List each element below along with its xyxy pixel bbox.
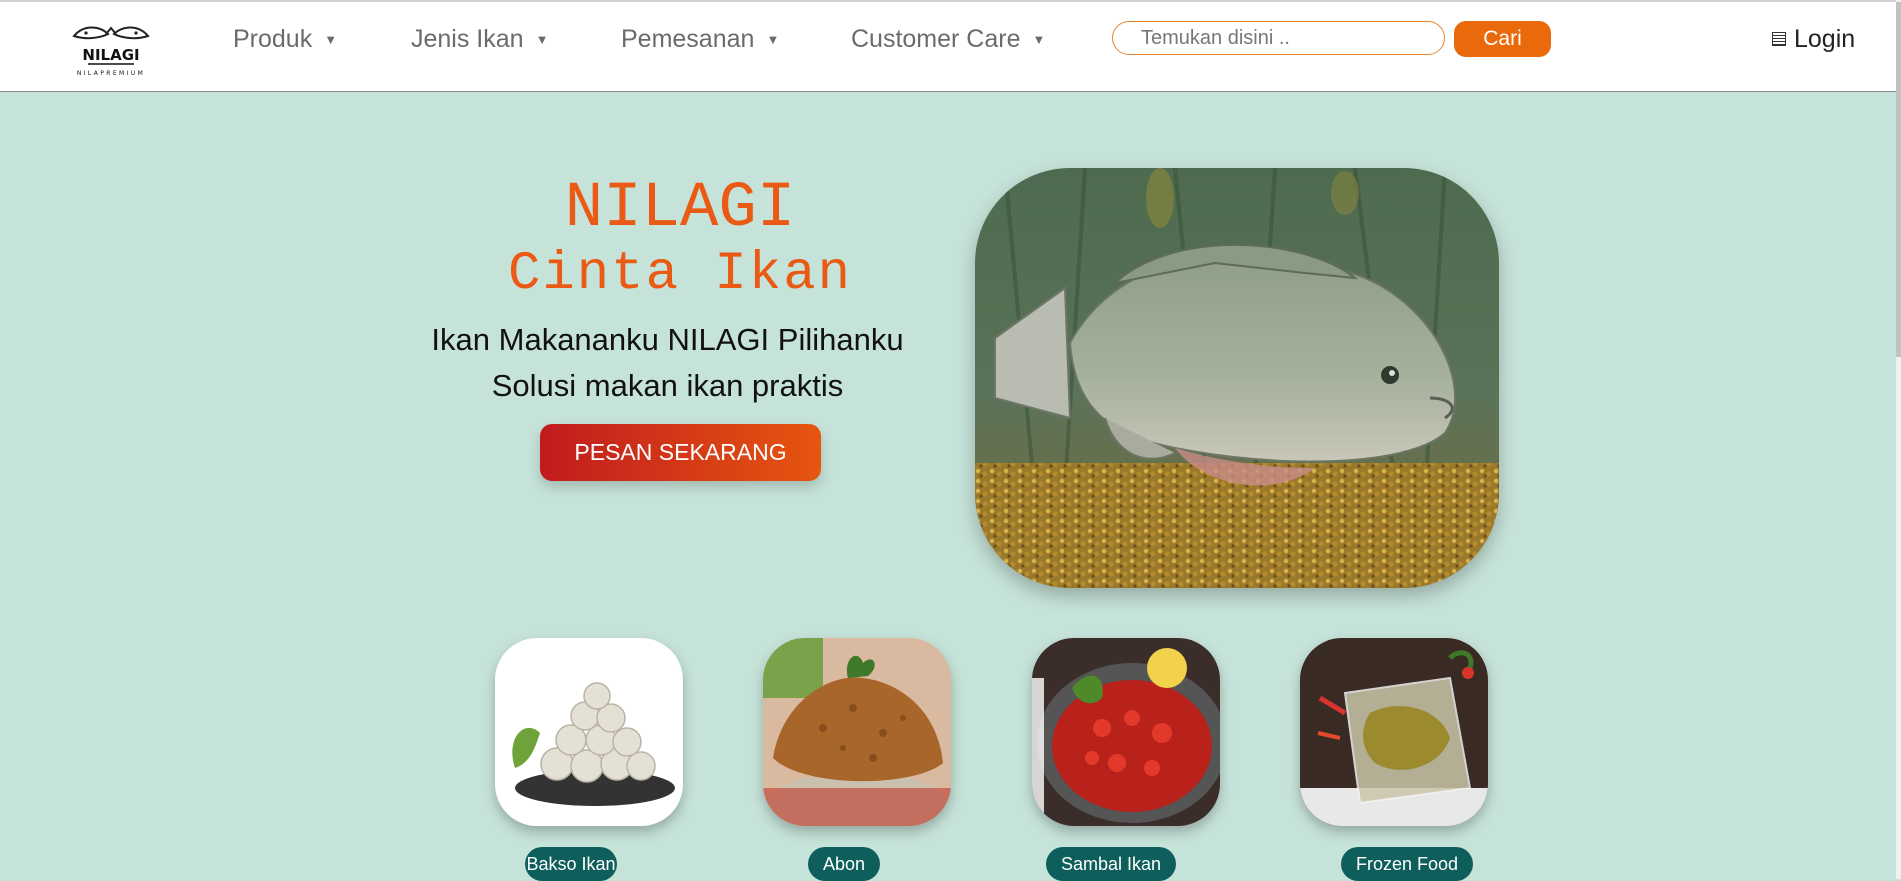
product-label-sambal-ikan[interactable]: Sambal Ikan [1046, 847, 1176, 881]
product-card-bakso-ikan[interactable] [495, 638, 683, 826]
login-label: Login [1794, 25, 1856, 53]
hero-title: NILAGI [564, 173, 796, 245]
login-link[interactable]: Login [1772, 22, 1855, 56]
search-button[interactable]: Cari [1454, 21, 1551, 57]
product-card-sambal-ikan[interactable] [1032, 638, 1220, 826]
product-card-frozen-food[interactable] [1300, 638, 1488, 826]
brand-logo[interactable]: NILAGI NILAPREMIUM [66, 22, 156, 78]
logo-subtext: NILAPREMIUM [77, 70, 145, 77]
product-card-abon[interactable] [763, 638, 951, 826]
list-icon [1772, 32, 1786, 46]
nav-pemesanan-label: Pemesanan [621, 25, 755, 53]
chevron-down-icon: ▼ [535, 32, 549, 47]
order-now-button[interactable]: PESAN SEKARANG [540, 424, 821, 481]
search-input[interactable] [1112, 21, 1445, 55]
chili-sauce-icon [1032, 638, 1220, 826]
nav-pemesanan[interactable]: Pemesanan ▼ [621, 22, 779, 56]
chevron-down-icon: ▼ [766, 32, 780, 47]
nav-produk[interactable]: Produk ▼ [233, 22, 337, 56]
product-label-bakso-ikan[interactable]: Bakso Ikan [525, 847, 617, 881]
fish-ball-icon [495, 638, 683, 826]
frozen-fish-pack-icon [1300, 638, 1488, 826]
nav-produk-label: Produk [233, 25, 313, 53]
logo-wordmark: NILAGI [82, 46, 139, 64]
hero-subtitle: Cinta Ikan [507, 244, 853, 305]
nav-jenis-ikan-label: Jenis Ikan [411, 25, 524, 53]
tilapia-fish-icon [975, 168, 1499, 588]
site-header: NILAGI NILAPREMIUM Produk ▼ Jenis Ikan ▼ P… [0, 2, 1896, 92]
chevron-down-icon: ▼ [1032, 32, 1046, 47]
scrollbar-thumb[interactable] [1896, 2, 1901, 357]
product-label-frozen-food[interactable]: Frozen Food [1341, 847, 1473, 881]
product-label-abon[interactable]: Abon [808, 847, 880, 881]
nav-customer-care[interactable]: Customer Care ▼ [851, 22, 1045, 56]
nav-customer-care-label: Customer Care [851, 25, 1021, 53]
fish-logo-icon: NILAGI NILAPREMIUM [72, 26, 150, 77]
chevron-down-icon: ▼ [324, 32, 338, 47]
hero-tagline: Ikan Makananku NILAGI Pilihanku [431, 322, 904, 357]
nav-jenis-ikan[interactable]: Jenis Ikan ▼ [411, 22, 548, 56]
page-scrollbar[interactable] [1896, 0, 1901, 879]
hero-fish-image [975, 168, 1499, 588]
shredded-fish-icon [763, 638, 951, 826]
hero-description: Solusi makan ikan praktis [491, 368, 844, 403]
